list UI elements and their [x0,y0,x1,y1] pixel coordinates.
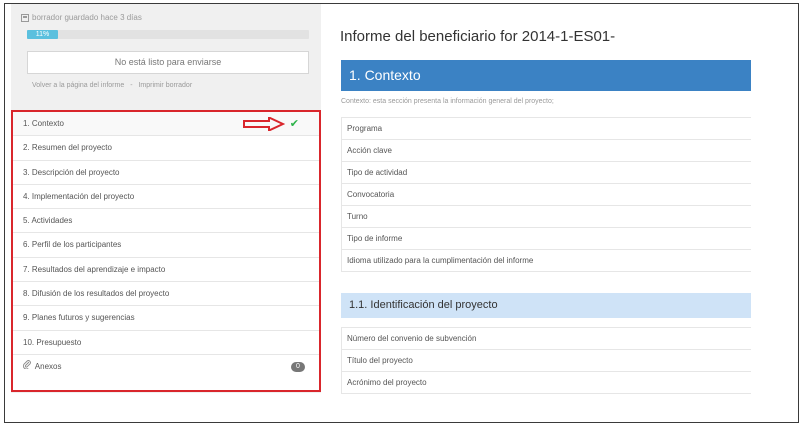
field-row: Turno [341,206,751,228]
draft-status-text: borrador guardado hace 3 días [32,13,142,22]
link-separator: - [130,82,133,89]
nav-item-planes[interactable]: 9. Planes futuros y sugerencias [13,306,319,331]
nav-item-resumen[interactable]: 2. Resumen del proyecto [13,136,319,161]
nav-item-label: 2. Resumen del proyecto [23,143,112,153]
nav-item-label: 1. Contexto [23,119,64,128]
page-title: Informe del beneficiario for 2014-1-ES01… [340,28,616,45]
section-description: Contexto: esta sección presenta la infor… [341,98,554,105]
field-row: Acción clave [341,140,751,162]
field-row: Tipo de actividad [341,162,751,184]
sidebar-links: Volver a la página del informe - Imprimi… [32,82,192,89]
nav-item-label: 3. Descripción del proyecto [23,167,120,177]
count-badge: 0 [291,361,305,372]
section-nav: 1. Contexto ✔ 2. Resumen del proyecto 3.… [11,110,321,392]
nav-item-label: 6. Perfil de los participantes [23,240,122,250]
subsection-header: 1.1. Identificación del proyecto [341,293,751,318]
nav-item-label: 4. Implementación del proyecto [23,191,135,201]
nav-item-difusion[interactable]: 8. Difusión de los resultados del proyec… [13,282,319,307]
check-icon: ✔ [289,118,299,130]
nav-item-perfil[interactable]: 6. Perfil de los participantes [13,233,319,258]
section-nav-list: 1. Contexto ✔ 2. Resumen del proyecto 3.… [13,112,319,379]
context-field-list: Programa Acción clave Tipo de actividad … [341,117,751,272]
nav-item-presupuesto[interactable]: 10. Presupuesto [13,331,319,355]
nav-item-anexos[interactable]: Anexos 0 [13,355,319,379]
nav-item-label: 5. Actividades [23,216,73,226]
main-content: Informe del beneficiario for 2014-1-ES01… [335,4,798,394]
nav-item-label: 8. Difusión de los resultados del proyec… [23,289,170,299]
field-row: Acrónimo del proyecto [341,372,751,394]
nav-item-label: 9. Planes futuros y sugerencias [23,313,135,323]
submit-status-button[interactable]: No está listo para enviarse [27,51,309,74]
nav-item-descripcion[interactable]: 3. Descripción del proyecto [13,161,319,185]
section-header: 1. Contexto [341,60,751,91]
paperclip-icon [22,355,31,379]
nav-item-label: Anexos [34,361,62,371]
field-row: Título del proyecto [341,350,751,372]
nav-item-resultados[interactable]: 7. Resultados del aprendizaje e impacto [13,258,319,283]
draft-status: borrador guardado hace 3 días [21,13,142,22]
annotation-arrow-icon [243,117,285,131]
back-to-report-link[interactable]: Volver a la página del informe [32,82,124,89]
nav-item-label: 10. Presupuesto [23,337,82,347]
nav-item-implementacion[interactable]: 4. Implementación del proyecto [13,185,319,210]
identification-field-list: Número del convenio de subvención Título… [341,327,751,394]
field-row: Tipo de informe [341,228,751,250]
field-row: Número del convenio de subvención [341,328,751,350]
progress-fill: 11% [27,30,59,39]
print-draft-link[interactable]: Imprimir borrador [138,82,192,89]
save-icon [21,13,29,22]
field-row: Convocatoria [341,184,751,206]
progress-bar: 11% [27,30,309,39]
nav-item-contexto[interactable]: 1. Contexto ✔ [13,112,319,137]
nav-item-label: 7. Resultados del aprendizaje e impacto [23,264,166,274]
nav-item-actividades[interactable]: 5. Actividades [13,209,319,234]
field-row: Idioma utilizado para la cumplimentación… [341,250,751,272]
screenshot-frame: borrador guardado hace 3 días 11% No est… [4,3,799,423]
field-row: Programa [341,118,751,140]
